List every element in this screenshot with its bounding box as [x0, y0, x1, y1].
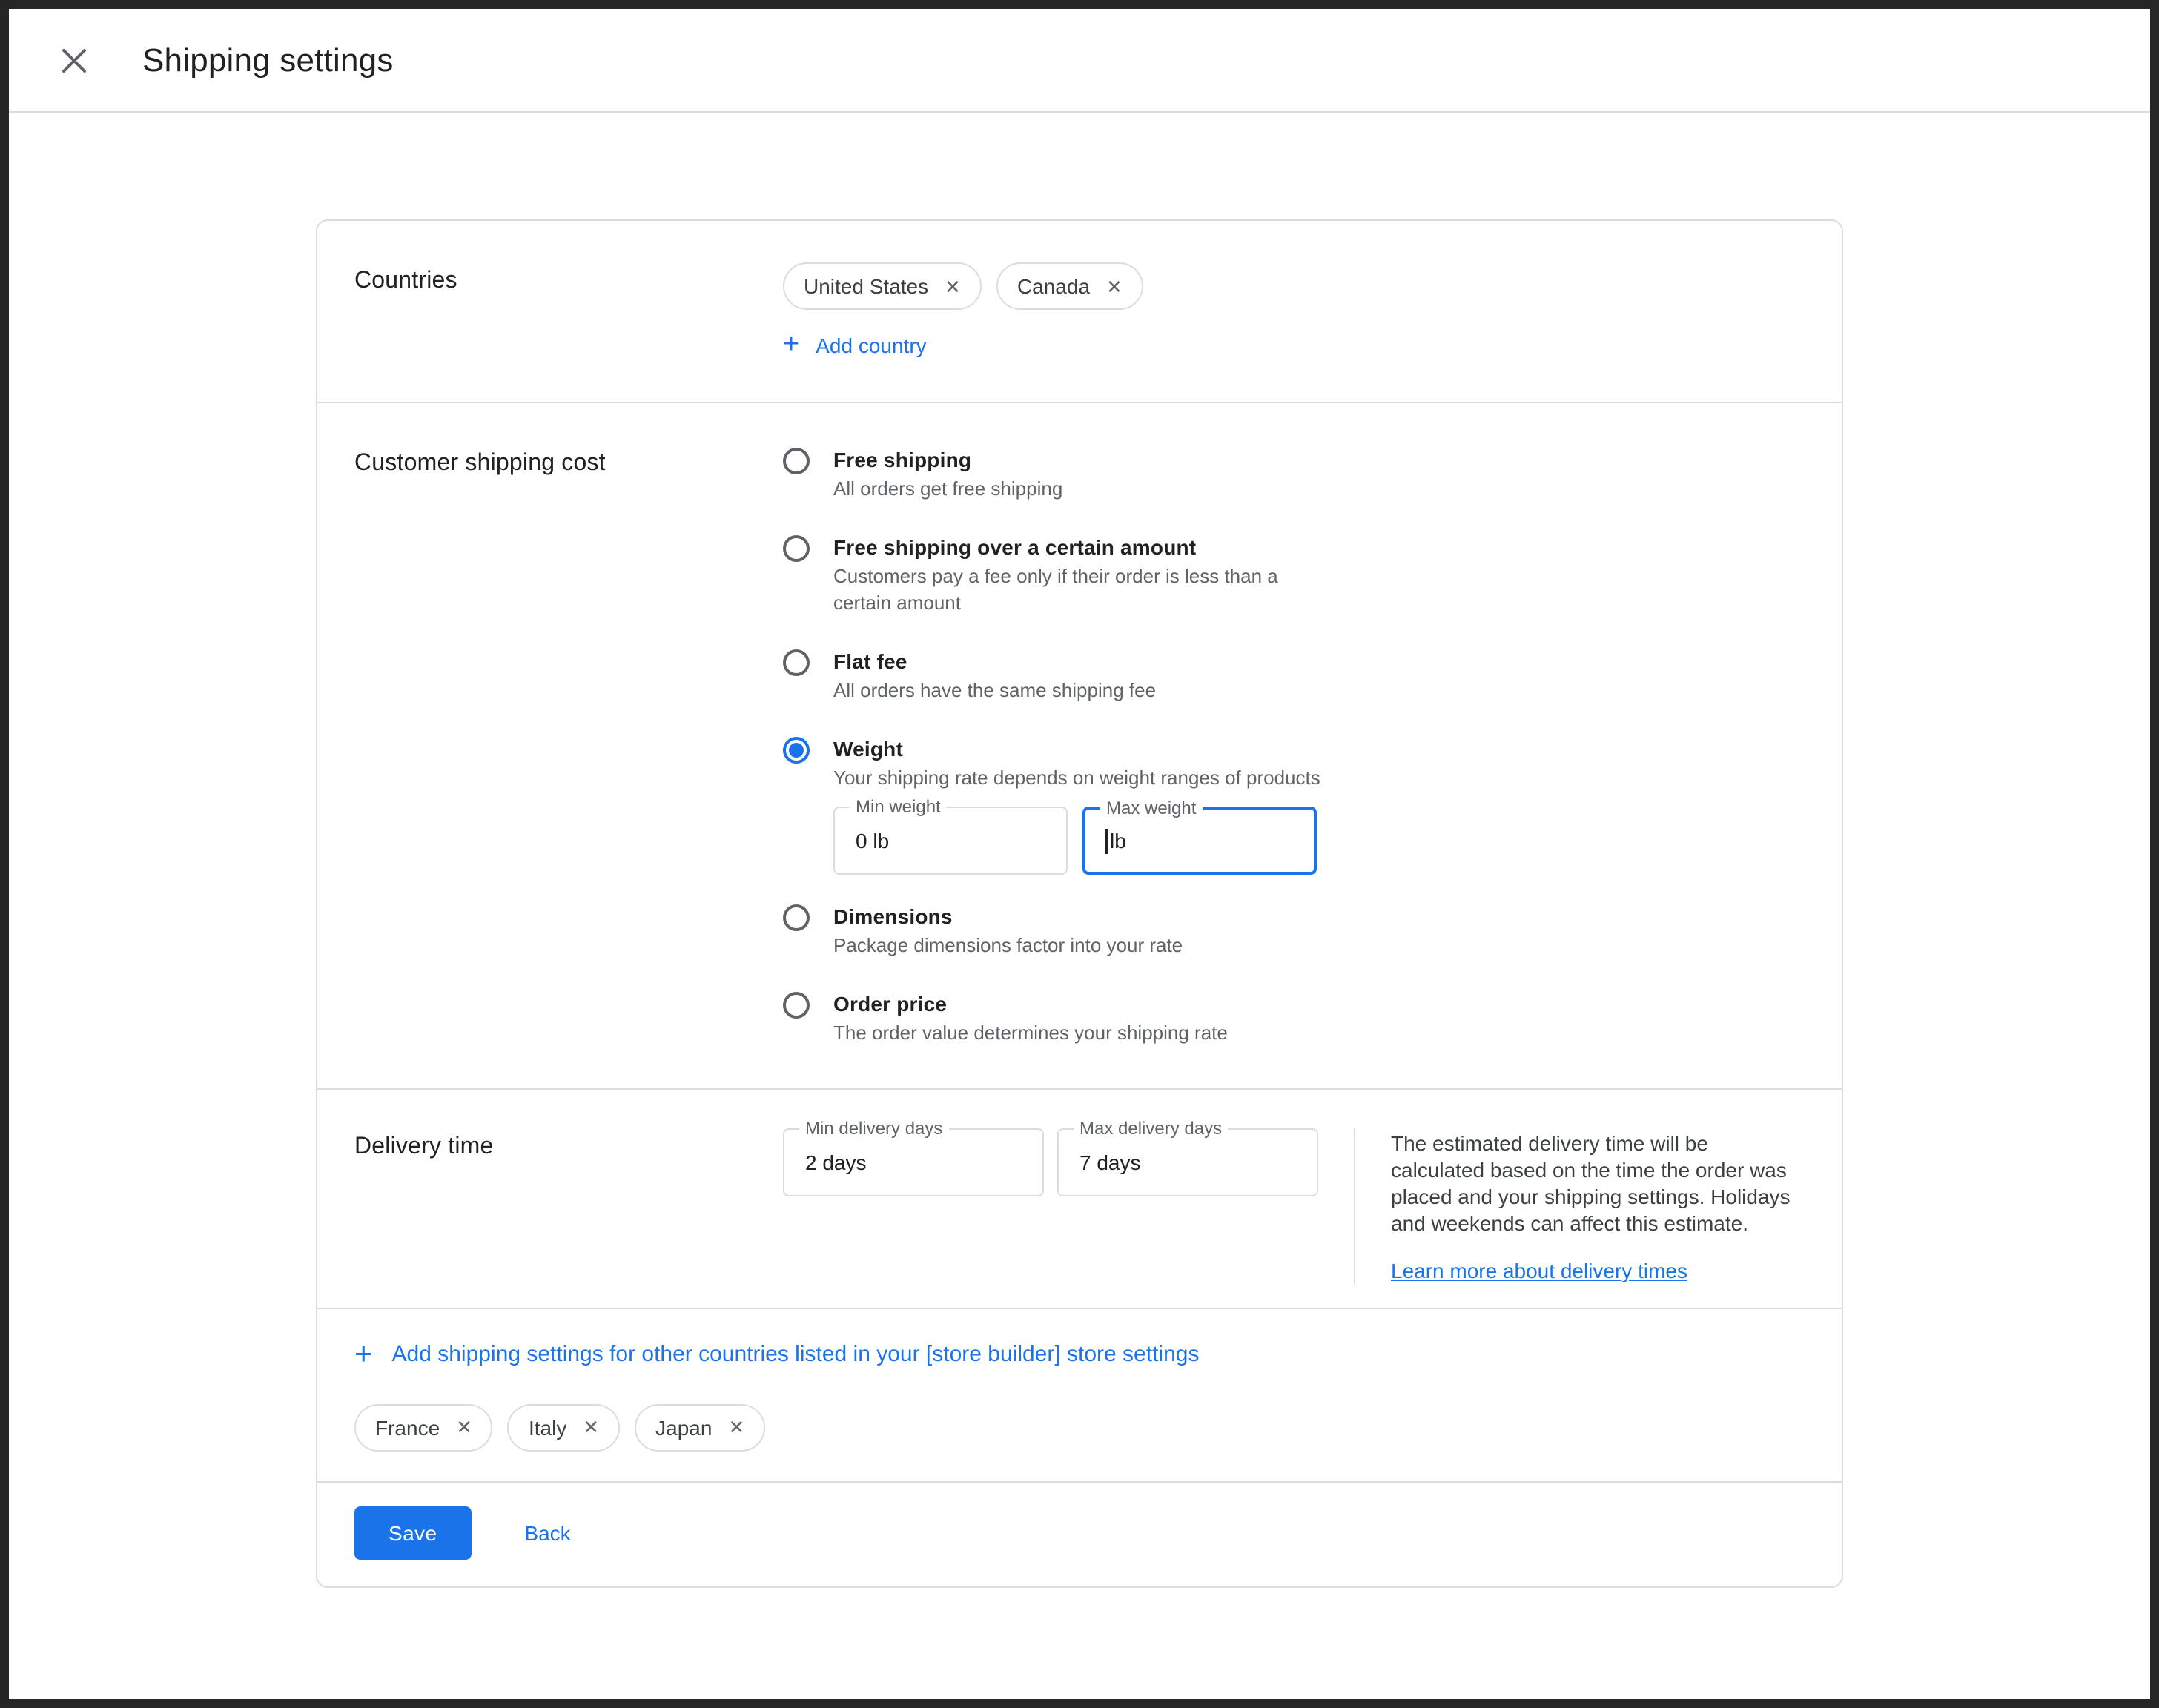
chip-united-states[interactable]: United States ✕ — [783, 262, 982, 310]
chip-close-icon[interactable]: ✕ — [945, 277, 961, 296]
vertical-divider — [1354, 1128, 1355, 1284]
radio-button-icon[interactable] — [783, 535, 810, 562]
option-flat-fee[interactable]: Flat fee All orders have the same shippi… — [783, 646, 1805, 704]
max-delivery-days-label: Max delivery days — [1074, 1119, 1228, 1139]
text-cursor — [1105, 828, 1107, 853]
shipping-settings-dialog: Shipping settings Countries United State… — [0, 0, 2159, 1708]
option-title: Free shipping — [833, 445, 1062, 474]
settings-card: Countries United States ✕ Canada ✕ — [316, 219, 1843, 1587]
radio-text: Dimensions Package dimensions factor int… — [833, 901, 1183, 959]
chip-canada[interactable]: Canada ✕ — [996, 262, 1143, 310]
radio-button-icon[interactable] — [783, 448, 810, 474]
delivery-time-section: Delivery time Min delivery days 2 days M… — [317, 1088, 1842, 1308]
min-delivery-days-label: Min delivery days — [799, 1119, 948, 1139]
max-weight-label: Max weight — [1100, 799, 1202, 818]
add-country-button[interactable]: + Add country — [783, 334, 927, 357]
max-weight-field[interactable]: Max weight lb — [1082, 807, 1317, 875]
min-delivery-days-field[interactable]: Min delivery days 2 days — [783, 1128, 1044, 1196]
radio-button-checked-icon[interactable] — [783, 737, 810, 764]
delivery-info-text: The estimated delivery time will be calc… — [1391, 1131, 1791, 1235]
option-desc: The order value determines your shipping… — [833, 1020, 1228, 1047]
option-title: Weight — [833, 734, 1320, 764]
max-delivery-days-field[interactable]: Max delivery days 7 days — [1057, 1128, 1318, 1196]
plus-icon: + — [354, 1343, 373, 1366]
option-order-price[interactable]: Order price The order value determines y… — [783, 989, 1805, 1047]
option-desc: All orders have the same shipping fee — [833, 678, 1156, 704]
max-weight-value: lb — [1105, 828, 1126, 853]
radio-text: Flat fee All orders have the same shippi… — [833, 646, 1156, 704]
radio-button-icon[interactable] — [783, 992, 810, 1019]
page-title: Shipping settings — [142, 41, 394, 79]
chip-label: France — [375, 1415, 440, 1439]
save-button[interactable]: Save — [354, 1506, 471, 1559]
option-desc: Customers pay a fee only if their order … — [833, 563, 1323, 617]
countries-section: Countries United States ✕ Canada ✕ — [317, 221, 1842, 402]
chip-france[interactable]: France ✕ — [354, 1403, 493, 1451]
chip-close-icon[interactable]: ✕ — [1106, 277, 1123, 296]
min-delivery-days-value: 2 days — [805, 1151, 867, 1174]
chip-close-icon[interactable]: ✕ — [583, 1417, 599, 1437]
chip-label: United States — [804, 274, 928, 298]
chip-label: Canada — [1017, 274, 1090, 298]
min-weight-label: Min weight — [850, 798, 947, 817]
window: Shipping settings Countries United State… — [0, 0, 2159, 1708]
radio-text: Order price The order value determines y… — [833, 989, 1228, 1047]
shipping-cost-section: Customer shipping cost Free shipping All… — [317, 402, 1842, 1088]
radio-button-icon[interactable] — [783, 904, 810, 931]
chip-japan[interactable]: Japan ✕ — [635, 1403, 765, 1451]
add-country-label: Add country — [816, 334, 926, 357]
countries-content: United States ✕ Canada ✕ + Add country — [783, 262, 1805, 360]
option-free-shipping[interactable]: Free shipping All orders get free shippi… — [783, 445, 1805, 503]
weight-fields: Min weight 0 lb Max weight lb — [833, 807, 1805, 875]
max-delivery-days-value: 7 days — [1080, 1151, 1141, 1174]
delivery-time-label: Delivery time — [354, 1128, 783, 1284]
option-title: Dimensions — [833, 901, 1183, 931]
topbar: Shipping settings — [9, 9, 2150, 113]
radio-button-icon[interactable] — [783, 649, 810, 676]
option-desc: All orders get free shipping — [833, 476, 1062, 503]
delivery-fields: Min delivery days 2 days Max delivery da… — [783, 1128, 1318, 1284]
other-countries-section: + Add shipping settings for other countr… — [317, 1308, 1842, 1480]
other-country-chips: France ✕ Italy ✕ Japan ✕ — [354, 1403, 1805, 1451]
radio-text: Weight Your shipping rate depends on wei… — [833, 734, 1320, 792]
option-desc: Your shipping rate depends on weight ran… — [833, 765, 1320, 792]
chip-italy[interactable]: Italy ✕ — [508, 1403, 620, 1451]
min-weight-value: 0 lb — [856, 829, 889, 853]
option-dimensions[interactable]: Dimensions Package dimensions factor int… — [783, 901, 1805, 959]
option-desc: Package dimensions factor into your rate — [833, 933, 1183, 959]
chip-label: Japan — [655, 1415, 712, 1439]
add-shipping-settings-button[interactable]: + Add shipping settings for other countr… — [354, 1342, 1199, 1367]
min-weight-field[interactable]: Min weight 0 lb — [833, 807, 1068, 875]
chip-close-icon[interactable]: ✕ — [456, 1417, 472, 1437]
back-button[interactable]: Back — [524, 1520, 570, 1544]
option-title: Free shipping over a certain amount — [833, 532, 1323, 562]
radio-text: Free shipping over a certain amount Cust… — [833, 532, 1323, 617]
shipping-cost-label: Customer shipping cost — [354, 445, 783, 1047]
close-button[interactable] — [53, 39, 95, 81]
footer: Save Back — [317, 1480, 1842, 1586]
plus-icon: + — [783, 334, 799, 357]
radio-text: Free shipping All orders get free shippi… — [833, 445, 1062, 503]
close-icon — [61, 47, 87, 73]
main-area: Countries United States ✕ Canada ✕ — [9, 113, 2150, 1699]
chip-close-icon[interactable]: ✕ — [728, 1417, 744, 1437]
delivery-time-content: Min delivery days 2 days Max delivery da… — [783, 1128, 1805, 1284]
country-chips: United States ✕ Canada ✕ — [783, 262, 1805, 310]
option-weight[interactable]: Weight Your shipping rate depends on wei… — [783, 734, 1805, 792]
shipping-cost-options: Free shipping All orders get free shippi… — [783, 445, 1805, 1047]
option-title: Flat fee — [833, 646, 1156, 676]
delivery-info: The estimated delivery time will be calc… — [1391, 1128, 1805, 1284]
chip-label: Italy — [529, 1415, 566, 1439]
add-shipping-settings-label: Add shipping settings for other countrie… — [392, 1342, 1200, 1367]
option-free-shipping-over-amount[interactable]: Free shipping over a certain amount Cust… — [783, 532, 1805, 617]
learn-more-link[interactable]: Learn more about delivery times — [1391, 1257, 1687, 1284]
option-title: Order price — [833, 989, 1228, 1019]
countries-label: Countries — [354, 262, 783, 360]
